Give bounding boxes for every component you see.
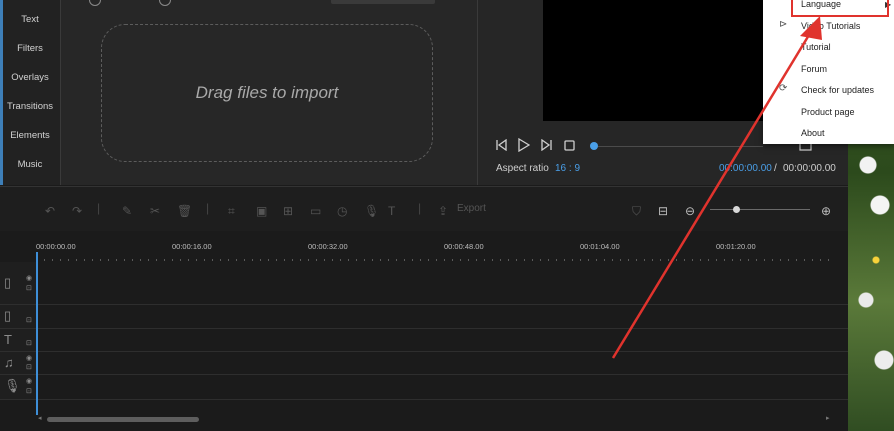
import-icon[interactable] xyxy=(89,0,101,6)
sidebar-item-text[interactable]: Text xyxy=(0,14,60,25)
total-time: 00:00:00.00 xyxy=(783,163,836,174)
preview-screen xyxy=(543,0,773,121)
sidebar: Text Filters Overlays Transitions Elemen… xyxy=(0,0,61,185)
mosaic-icon[interactable]: ▣ xyxy=(256,204,267,218)
scissors-icon[interactable]: ✂ xyxy=(150,204,160,218)
trash-icon[interactable]: 🗑 xyxy=(177,204,192,218)
current-time: 00:00:00.00 xyxy=(719,163,772,174)
voiceover-icon[interactable]: 🎙 xyxy=(364,204,379,218)
lock-icon[interactable]: ⊡ xyxy=(26,339,32,347)
crop-icon[interactable]: ⌗ xyxy=(228,204,235,219)
scroll-right-icon[interactable]: ▸ xyxy=(826,414,830,422)
sidebar-item-music[interactable]: Music xyxy=(0,159,60,170)
zoom-in-icon[interactable]: ⊕ xyxy=(821,204,831,218)
menu-item-video-tutorials[interactable]: Video Tutorials xyxy=(801,21,860,31)
toolbar-divider: | xyxy=(206,201,210,215)
export-button[interactable]: Export xyxy=(457,203,486,214)
stop-icon[interactable] xyxy=(564,140,575,154)
sidebar-item-filters[interactable]: Filters xyxy=(0,43,60,54)
zoom-slider[interactable] xyxy=(710,209,810,210)
pencil-icon[interactable]: ✎ xyxy=(122,204,132,218)
text-track[interactable]: T ⊡ xyxy=(0,329,848,352)
text-icon: T xyxy=(4,332,12,347)
help-menu: Language ⊳ Video Tutorials Tutorial Foru… xyxy=(763,0,894,144)
zoom-slider-handle[interactable] xyxy=(733,206,740,213)
freeze-frame-icon[interactable]: ⊞ xyxy=(283,204,293,218)
volume-icon[interactable]: ◉ xyxy=(26,377,32,385)
time-separator: / xyxy=(774,163,777,174)
export-icon[interactable]: ⇪ xyxy=(438,204,448,218)
time-ruler[interactable]: 00:00:00.00 00:00:16.00 00:00:32.00 00:0… xyxy=(0,233,848,261)
ruler-label: 00:00:00.00 xyxy=(36,242,76,251)
ruler-label: 00:00:48.00 xyxy=(444,242,484,251)
sidebar-item-overlays[interactable]: Overlays xyxy=(0,72,60,83)
overlay-track[interactable]: ▯ ⊡ xyxy=(0,305,848,329)
playhead[interactable] xyxy=(36,252,38,415)
lock-icon[interactable]: ⊡ xyxy=(26,284,32,292)
aspect-ratio-label: Aspect ratio xyxy=(496,163,549,174)
undo-icon[interactable]: ↶ xyxy=(45,204,55,218)
drop-zone[interactable]: Drag files to import xyxy=(101,24,433,162)
zoom-out-icon[interactable]: ⊖ xyxy=(685,204,695,218)
lock-icon[interactable]: ⊡ xyxy=(26,387,32,395)
menu-item-tutorial[interactable]: Tutorial xyxy=(801,42,831,52)
ruler-label: 00:01:04.00 xyxy=(580,242,620,251)
overlay-icon: ▯ xyxy=(4,308,12,323)
menu-item-about[interactable]: About xyxy=(801,128,825,138)
marker-icon[interactable]: ⛉ xyxy=(632,204,641,219)
edit-toolbar: ↶ ↷ | ✎ ✂ 🗑 | ⌗ ▣ ⊞ ▭ ◷ 🎙 T | ⇪ Export ⛉… xyxy=(0,186,848,231)
ruler-label: 00:01:20.00 xyxy=(716,242,756,251)
import-topbar xyxy=(61,0,477,6)
scroll-left-icon[interactable]: ◂ xyxy=(38,414,42,422)
toolbar-divider: | xyxy=(418,201,422,215)
record-icon[interactable] xyxy=(159,0,171,6)
refresh-icon: ⟳ xyxy=(779,83,788,94)
play-icon[interactable] xyxy=(517,137,531,155)
microphone-icon: 🎙 xyxy=(4,378,21,393)
next-frame-icon[interactable] xyxy=(540,138,553,154)
progress-handle[interactable] xyxy=(590,142,598,150)
ruler-ticks xyxy=(36,259,836,261)
lock-icon[interactable]: ⊡ xyxy=(26,363,32,371)
text-animation-icon[interactable]: T xyxy=(388,204,395,218)
ruler-label: 00:00:32.00 xyxy=(308,242,348,251)
import-topbar-field[interactable] xyxy=(331,0,435,4)
video-track[interactable]: ▯ ◉ ⊡ xyxy=(0,262,848,305)
music-note-icon: ♫ xyxy=(4,355,14,370)
voice-track[interactable]: 🎙 ◉ ⊡ xyxy=(0,375,848,400)
toolbar-divider: | xyxy=(97,201,101,215)
lock-icon[interactable]: ⊡ xyxy=(26,316,32,324)
sidebar-item-transitions[interactable]: Transitions xyxy=(0,101,60,112)
menu-item-product-page[interactable]: Product page xyxy=(801,107,855,117)
menu-item-forum[interactable]: Forum xyxy=(801,64,827,74)
play-circle-icon: ⊳ xyxy=(779,19,788,30)
speed-icon[interactable]: ◷ xyxy=(337,204,347,218)
timeline-scrollbar[interactable] xyxy=(47,417,199,422)
ruler-label: 00:00:16.00 xyxy=(172,242,212,251)
track-header: ♫ ◉ ⊡ xyxy=(0,352,37,374)
track-header: ▯ ◉ ⊡ xyxy=(0,262,37,304)
annotation-highlight-box xyxy=(791,0,889,17)
drop-zone-text: Drag files to import xyxy=(195,83,339,102)
aspect-ratio-value[interactable]: 16 : 9 xyxy=(555,163,580,174)
track-header: 🎙 ◉ ⊡ xyxy=(0,375,37,399)
prev-frame-icon[interactable] xyxy=(495,138,508,154)
film-strip-icon: ▯ xyxy=(4,275,12,290)
track-header: ▯ ⊡ xyxy=(0,305,37,328)
volume-icon[interactable]: ◉ xyxy=(26,354,32,362)
screenshot-icon[interactable]: ▭ xyxy=(310,204,321,218)
sidebar-selection-bar xyxy=(0,0,3,185)
progress-track[interactable] xyxy=(598,146,763,147)
sidebar-item-elements[interactable]: Elements xyxy=(0,130,60,141)
menu-item-check-updates[interactable]: Check for updates xyxy=(801,85,874,95)
track-header: T ⊡ xyxy=(0,329,37,351)
visibility-icon[interactable]: ◉ xyxy=(26,274,32,282)
music-track[interactable]: ♫ ◉ ⊡ xyxy=(0,352,848,375)
redo-icon[interactable]: ↷ xyxy=(72,204,82,218)
fit-timeline-icon[interactable]: ⊟ xyxy=(658,204,668,218)
